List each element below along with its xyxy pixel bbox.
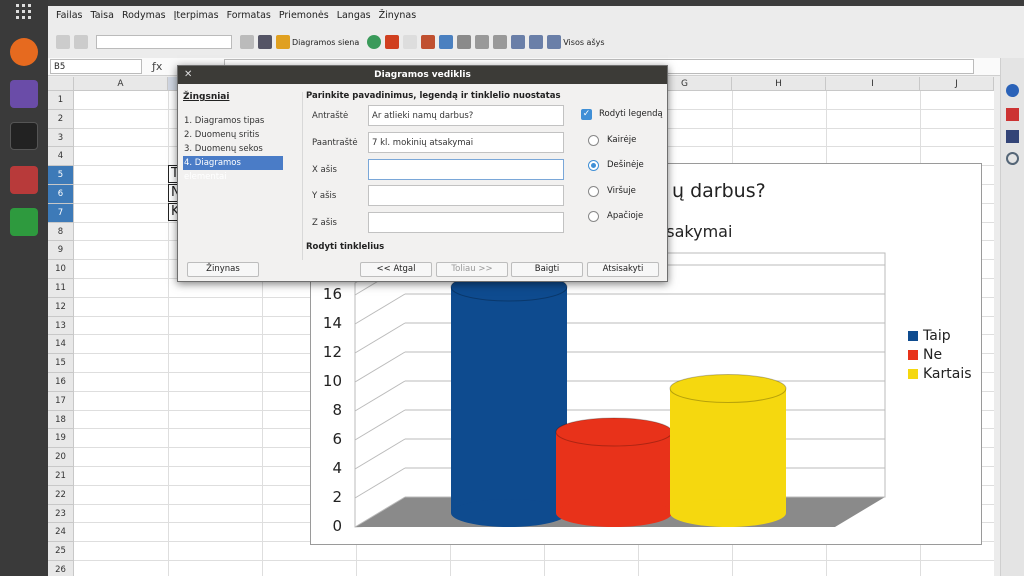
- section-title: Parinkite pavadinimus, legendą ir tinkle…: [306, 91, 561, 101]
- dialog-title-text: Diagramos vediklis: [374, 70, 471, 80]
- legend-swatch: [908, 330, 918, 341]
- legend-label: Kartais: [923, 365, 972, 382]
- legend-right-label: Dešinėje: [607, 160, 644, 170]
- bar-base: [670, 499, 786, 527]
- legend-item: Kartais: [908, 364, 972, 383]
- step-chart-elements[interactable]: 4. Diagramos elementai: [183, 156, 283, 182]
- legend-swatch: [908, 368, 918, 379]
- title-label: Antraštė: [312, 111, 349, 121]
- cancel-button[interactable]: Atsisakyti: [587, 262, 659, 277]
- bar-base: [556, 499, 672, 527]
- z-axis-label: Z ašis: [312, 218, 337, 228]
- y-tick-label: 0: [332, 517, 342, 535]
- y-tick-label: 16: [322, 285, 342, 303]
- legend-bottom-label: Apačioje: [607, 211, 644, 221]
- y-tick-label: 12: [322, 343, 342, 361]
- show-legend-checkbox[interactable]: ✓: [581, 109, 592, 120]
- y-axis-label: Y ašis: [312, 191, 337, 201]
- styles-icon[interactable]: [1006, 108, 1019, 121]
- y-tick-label: 14: [322, 314, 342, 332]
- title-input[interactable]: Ar atlieki namų darbus?: [368, 105, 564, 126]
- back-button[interactable]: << Atgal: [360, 262, 432, 277]
- steps-panel: Žingsniai 1. Diagramos tipas 2. Duomenų …: [183, 92, 303, 260]
- chart-wizard-dialog: ✕ Diagramos vediklis Žingsniai 1. Diagra…: [177, 65, 668, 282]
- z-axis-input[interactable]: [368, 212, 564, 233]
- bar-top: [669, 374, 787, 403]
- bar-base: [451, 499, 567, 527]
- subtitle-label: Paantraštė: [312, 138, 358, 148]
- legend-item: Ne: [908, 345, 972, 364]
- legend-swatch: [908, 349, 918, 360]
- step-data-range[interactable]: 2. Duomenų sritis: [183, 128, 302, 142]
- gallery-icon[interactable]: [1006, 130, 1019, 143]
- y-tick-label: 2: [332, 488, 342, 506]
- bar-kartais: [670, 388, 786, 513]
- subtitle-input[interactable]: 7 kl. mokinių atsakymai: [368, 132, 564, 153]
- properties-icon[interactable]: [1006, 84, 1019, 97]
- finish-button[interactable]: Baigti: [511, 262, 583, 277]
- legend-top-label: Viršuje: [607, 186, 636, 196]
- legend-item: Taip: [908, 326, 972, 345]
- legend-bottom-radio[interactable]: [588, 211, 599, 222]
- chart-legend[interactable]: Taip Ne Kartais: [908, 326, 972, 383]
- legend-label: Ne: [923, 346, 943, 363]
- y-tick-label: 8: [332, 401, 342, 419]
- next-button[interactable]: Toliau >>: [436, 262, 508, 277]
- step-chart-type[interactable]: 1. Diagramos tipas: [183, 114, 302, 128]
- y-tick-label: 6: [332, 430, 342, 448]
- grid-section-title: Rodyti tinklelius: [306, 242, 385, 252]
- bar-top: [555, 417, 673, 447]
- legend-left-radio[interactable]: [588, 135, 599, 146]
- x-axis-label: X ašis: [312, 165, 337, 175]
- legend-label: Taip: [923, 327, 951, 344]
- bar-taip: [451, 287, 567, 513]
- steps-header: Žingsniai: [183, 92, 230, 102]
- sidebar-deck: [1000, 58, 1024, 576]
- y-axis-input[interactable]: [368, 185, 564, 206]
- legend-left-label: Kairėje: [607, 135, 637, 145]
- step-data-series[interactable]: 3. Duomenų sekos: [183, 142, 302, 156]
- help-button[interactable]: Žinynas: [187, 262, 259, 277]
- legend-right-radio[interactable]: [588, 160, 599, 171]
- show-legend-label: Rodyti legendą: [599, 109, 663, 119]
- y-tick-label: 10: [322, 372, 342, 390]
- navigator-icon[interactable]: [1006, 152, 1019, 165]
- y-tick-label: 4: [332, 459, 342, 477]
- legend-top-radio[interactable]: [588, 186, 599, 197]
- x-axis-input[interactable]: [368, 159, 564, 180]
- dialog-title: ✕ Diagramos vediklis: [178, 66, 667, 84]
- close-icon[interactable]: ✕: [184, 66, 192, 84]
